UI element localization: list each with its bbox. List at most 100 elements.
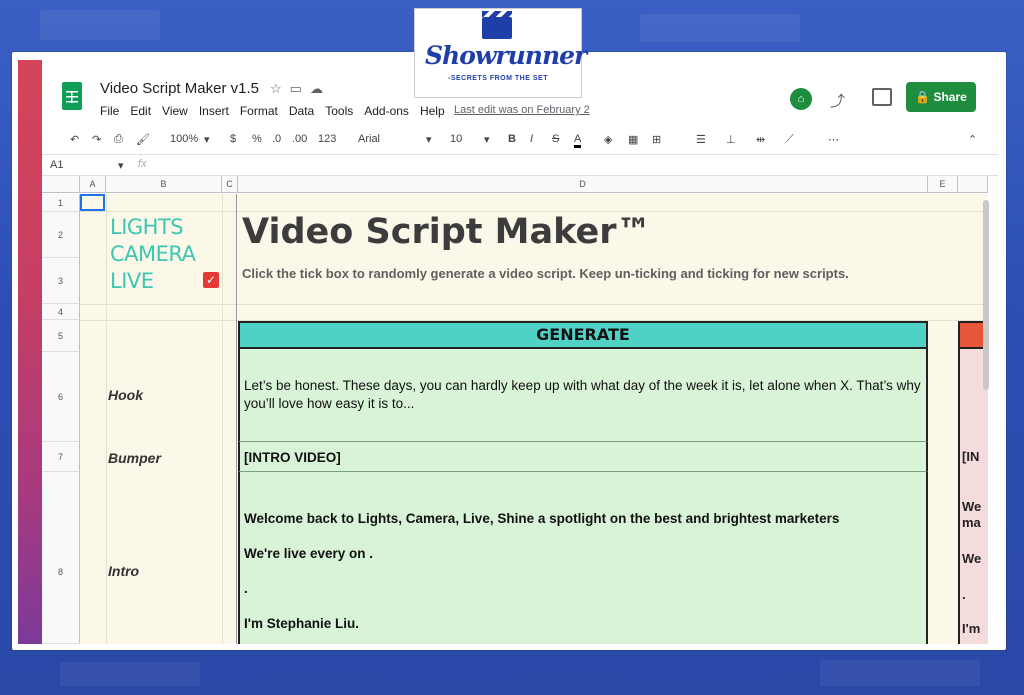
more-options-icon[interactable]: ⋯	[828, 133, 839, 146]
generate-checkbox[interactable]: ✓	[203, 272, 219, 288]
text-color-button[interactable]: A	[574, 133, 582, 148]
logo-line-3: LIVE	[110, 269, 154, 293]
italic-button[interactable]: I	[530, 133, 533, 145]
hook-text: Let’s be honest. These days, you can har…	[244, 378, 921, 411]
intro-cell[interactable]: Welcome back to Lights, Camera, Live, Sh…	[238, 472, 928, 644]
name-box[interactable]: A1	[50, 159, 63, 171]
fill-color-icon[interactable]: ◈	[604, 133, 612, 146]
size-chevron-down-icon[interactable]: ▾	[484, 133, 490, 146]
side-intro-2: ma	[962, 515, 981, 530]
align-horizontal-icon[interactable]: ☰	[696, 133, 706, 146]
percent-button[interactable]: %	[252, 133, 262, 145]
menu-view[interactable]: View	[162, 104, 188, 118]
bumper-text: [INTRO VIDEO]	[244, 450, 341, 465]
document-title[interactable]: Video Script Maker v1.5	[100, 80, 259, 97]
borders-icon[interactable]: ▦	[628, 133, 638, 146]
menu-file[interactable]: File	[100, 104, 119, 118]
row-header-7[interactable]: 7	[42, 442, 80, 472]
zoom-select[interactable]: 100%	[170, 133, 198, 145]
activity-trend-icon[interactable]: ⤴	[830, 90, 845, 111]
logo-line-2: CAMERA	[110, 242, 196, 266]
showrunner-logo: Showrunner -SECRETS FROM THE SET	[414, 8, 587, 98]
column-header-f[interactable]	[958, 176, 988, 193]
undo-icon[interactable]: ↶	[70, 133, 79, 146]
row-header-6[interactable]: 6	[42, 352, 80, 442]
menu-format[interactable]: Format	[240, 104, 278, 118]
lights-camera-live-logo: LIGHTS CAMERA LIVE	[110, 214, 196, 295]
menu-insert[interactable]: Insert	[199, 104, 229, 118]
row-header-8[interactable]: 8	[42, 472, 80, 644]
title-actions: ☆▭☁	[270, 81, 331, 97]
text-rotate-icon[interactable]: ⟋	[786, 133, 794, 146]
menu-bar: File Edit View Insert Format Data Tools …	[100, 104, 445, 118]
row-header-5[interactable]: 5	[42, 320, 80, 352]
desktop-edge	[18, 60, 42, 644]
redo-icon[interactable]: ↷	[92, 133, 101, 146]
comments-icon[interactable]	[872, 88, 892, 106]
text-wrap-icon[interactable]: ⇹	[756, 133, 765, 146]
intro-line-3: .	[244, 581, 248, 596]
column-header-a[interactable]: A	[80, 176, 106, 193]
column-header-b[interactable]: B	[106, 176, 222, 193]
generate-header: GENERATE	[238, 321, 928, 349]
bold-button[interactable]: B	[508, 133, 516, 145]
showrunner-name: Showrunner	[425, 41, 587, 70]
menu-edit[interactable]: Edit	[130, 104, 151, 118]
paint-format-icon[interactable]: 🖌	[136, 133, 150, 146]
second-script-column[interactable]: [IN We ma We . I'm	[958, 349, 988, 644]
logo-line-1: LIGHTS	[110, 215, 184, 239]
vertical-scrollbar[interactable]	[983, 200, 989, 390]
collapse-chevron-up-icon[interactable]: ⌃	[968, 133, 977, 146]
menu-data[interactable]: Data	[289, 104, 314, 118]
bumper-label: Bumper	[108, 450, 161, 466]
font-size-select[interactable]: 10	[450, 133, 462, 145]
sheet-subtitle: Click the tick box to randomly generate …	[242, 266, 849, 281]
star-icon[interactable]: ☆	[270, 81, 290, 96]
cloud-status-icon[interactable]: ☁	[310, 81, 331, 96]
toolbar: ↶ ↷ ⎙ 🖌 100% ▾ $ % .0 .00 123 Arial ▾ 10…	[42, 126, 998, 155]
column-header-d[interactable]: D	[238, 176, 928, 193]
row-header-3[interactable]: 3	[42, 258, 80, 304]
font-select[interactable]: Arial	[358, 133, 380, 145]
increase-decimal-button[interactable]: .00	[292, 133, 307, 145]
number-format-button[interactable]: 123	[318, 133, 336, 145]
hook-cell[interactable]: Let’s be honest. These days, you can har…	[238, 349, 928, 442]
align-vertical-icon[interactable]: ⊥	[726, 133, 736, 146]
sheet-grid[interactable]: LIGHTS CAMERA LIVE ✓ Video Script Maker™…	[80, 194, 988, 644]
side-intro-3: We	[962, 551, 982, 566]
fx-icon: fx	[138, 158, 147, 170]
zoom-chevron-down-icon[interactable]: ▾	[204, 133, 210, 146]
row-header-1[interactable]: 1	[42, 194, 80, 212]
clapperboard-icon	[482, 11, 512, 39]
row-header-4[interactable]: 4	[42, 304, 80, 320]
selected-cell-a1[interactable]	[80, 194, 105, 211]
share-button[interactable]: 🔒 Share	[906, 82, 976, 112]
menu-help[interactable]: Help	[420, 104, 445, 118]
intro-label: Intro	[108, 563, 140, 579]
font-chevron-down-icon[interactable]: ▾	[426, 133, 432, 146]
sheets-logo-icon[interactable]	[62, 82, 82, 110]
name-box-chevron-down-icon[interactable]: ▾	[118, 159, 124, 172]
sheet-title: Video Script Maker™	[242, 212, 652, 252]
select-all-corner[interactable]	[42, 176, 80, 193]
currency-button[interactable]: $	[230, 133, 236, 145]
menu-addons[interactable]: Add-ons	[364, 104, 409, 118]
column-header-e[interactable]: E	[928, 176, 958, 193]
formula-bar: A1 ▾ fx	[42, 155, 998, 176]
side-intro-1: We	[962, 499, 982, 514]
strikethrough-button[interactable]: S	[552, 133, 559, 145]
decrease-decimal-button[interactable]: .0	[272, 133, 281, 145]
showrunner-tagline: -SECRETS FROM THE SET	[448, 75, 548, 82]
column-header-c[interactable]: C	[222, 176, 238, 193]
last-edit-link[interactable]: Last edit was on February 2	[454, 104, 590, 116]
print-icon[interactable]: ⎙	[114, 133, 123, 146]
row-header-2[interactable]: 2	[42, 212, 80, 258]
side-intro-5: I'm	[962, 621, 981, 636]
bumper-cell[interactable]: [INTRO VIDEO]	[238, 442, 928, 472]
menu-tools[interactable]: Tools	[325, 104, 353, 118]
intro-line-2: We're live every on .	[244, 546, 374, 561]
side-bumper-text: [IN	[962, 449, 980, 464]
avatar[interactable]: ⌂	[790, 88, 812, 110]
merge-cells-icon[interactable]: ⊞	[652, 133, 661, 146]
move-folder-icon[interactable]: ▭	[290, 81, 310, 96]
